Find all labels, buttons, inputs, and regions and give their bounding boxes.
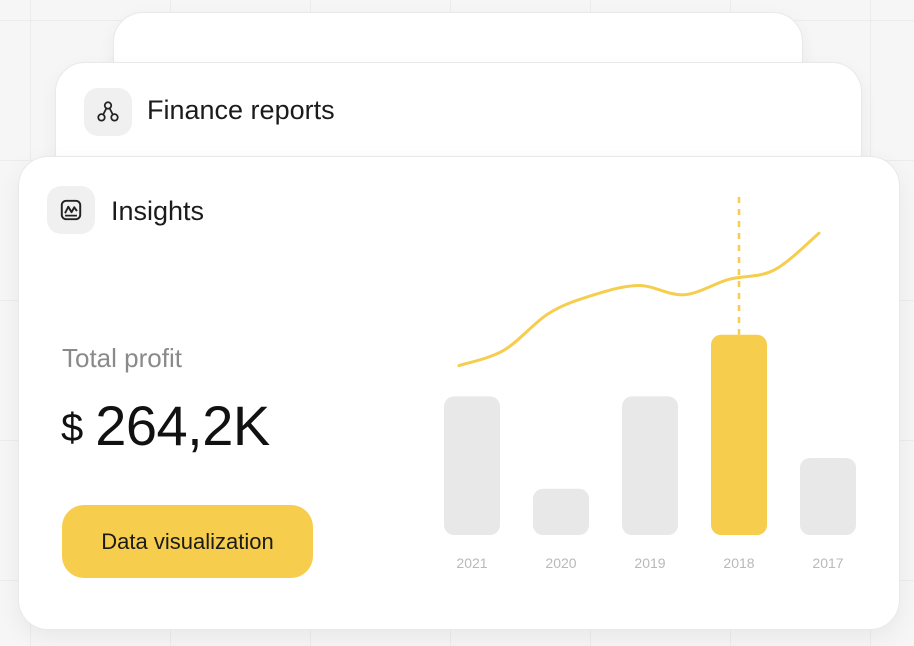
bar-2020[interactable] (533, 488, 589, 535)
x-axis-ticks: 2021 2020 2019 2018 2017 (456, 555, 843, 571)
profit-chart: 2021 2020 2019 2018 2017 (444, 197, 856, 571)
share-nodes-icon (97, 101, 119, 122)
x-tick-2020: 2020 (545, 555, 576, 571)
finance-reports-title: Finance reports (147, 95, 335, 125)
bars-layer (444, 334, 856, 535)
bar-2018[interactable] (711, 334, 767, 535)
finance-icon-container (84, 88, 132, 136)
bar-2017[interactable] (800, 458, 856, 535)
insights-card: Insights Total profit $264,2K Data visua… (18, 156, 900, 630)
bar-2019[interactable] (622, 396, 678, 535)
x-tick-2017: 2017 (812, 555, 843, 571)
x-tick-2019: 2019 (634, 555, 665, 571)
x-tick-2021: 2021 (456, 555, 487, 571)
bar-2021[interactable] (444, 396, 500, 535)
x-tick-2018: 2018 (723, 555, 754, 571)
